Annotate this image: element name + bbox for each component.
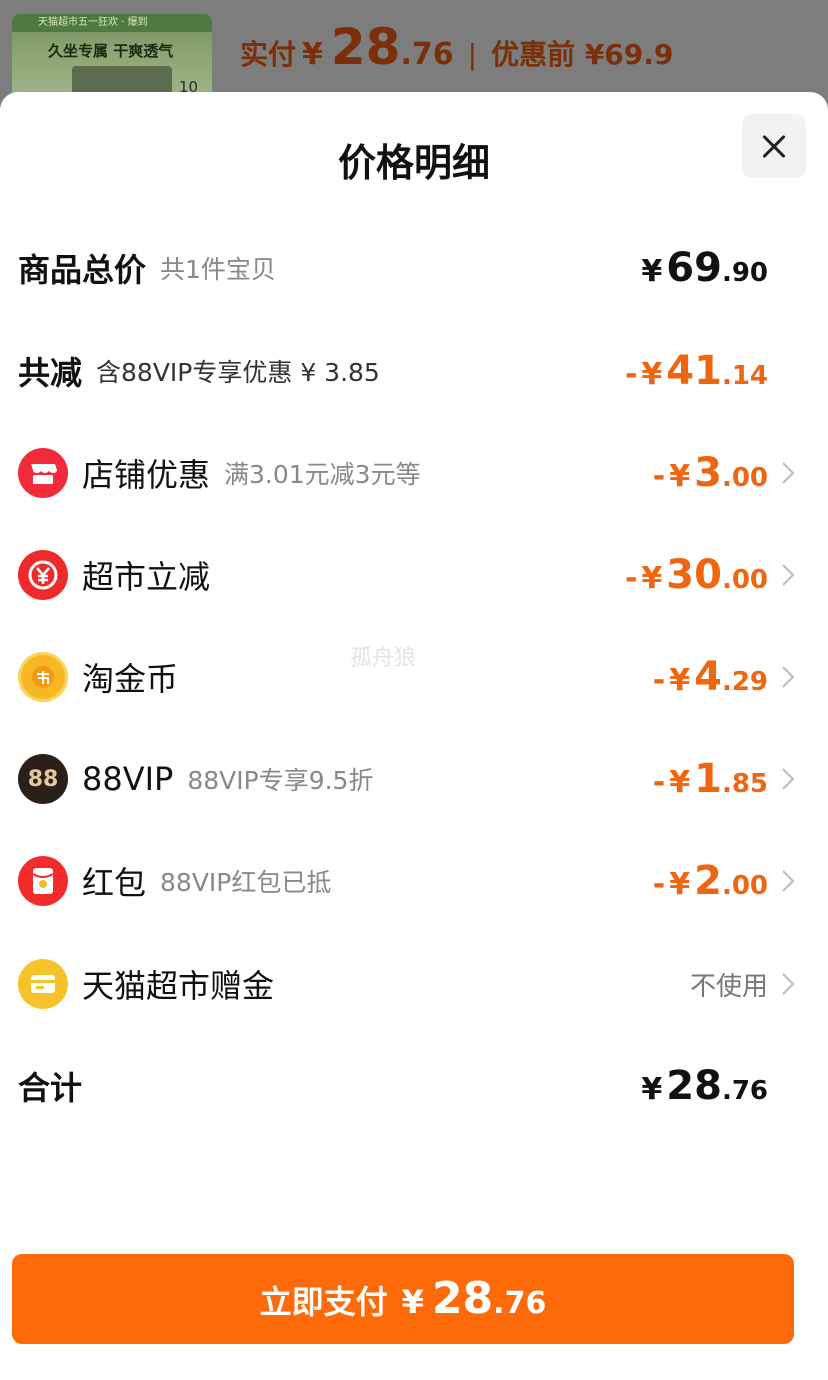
gift-card-icon xyxy=(18,959,68,1009)
amount-integer: 41 xyxy=(666,348,722,394)
row-label: 超市立减 xyxy=(82,558,211,596)
currency-symbol: ¥ xyxy=(641,1072,663,1107)
row-sub: 满3.01元减3元等 xyxy=(224,460,421,489)
watermark: 孤舟狼 xyxy=(350,646,417,671)
row-amount: - ¥ 3 .00 xyxy=(653,450,768,496)
row-amount: - ¥ 41 .14 xyxy=(625,348,768,394)
amount-decimal: .85 xyxy=(721,769,768,799)
row-label: 合计 xyxy=(18,1069,83,1107)
row-sub: 88VIP专享9.5折 xyxy=(187,766,374,795)
row-sub: 88VIP红包已抵 xyxy=(160,868,332,897)
minus-sign: - xyxy=(652,459,666,494)
row-label: 店铺优惠 xyxy=(82,456,211,494)
currency-symbol: ¥ xyxy=(641,254,663,289)
currency-symbol: ¥ xyxy=(669,663,691,698)
gift-money-value: 不使用 xyxy=(689,971,768,1002)
background-price-summary: 实付 ¥ 28 .76 | 优惠前 ¥69.9 xyxy=(240,18,673,78)
88vip-icon: 88 xyxy=(18,754,68,804)
price-before-discount: 优惠前 ¥69.9 xyxy=(491,38,674,71)
amount-decimal: .00 xyxy=(721,565,768,595)
row-label: 88VIP xyxy=(82,760,174,798)
amount-integer: 4 xyxy=(694,654,722,700)
row-store-discount[interactable]: 店铺优惠 满3.01元减3元等 - ¥ 3 .00 xyxy=(18,443,808,503)
row-amount: - ¥ 2 .00 xyxy=(653,858,768,904)
amount-integer: 28 xyxy=(431,1273,494,1324)
row-amount: - ¥ 30 .00 xyxy=(625,552,768,598)
row-sub: 含88VIP专享优惠 ¥ 3.85 xyxy=(96,358,380,387)
price-detail-sheet: 价格明细 商品总价 共1件宝贝 ¥ 69 .90 共减 含88VIP专享优惠 ¥… xyxy=(0,92,828,1380)
thumbnail-title: 久坐专属 干爽透气 xyxy=(48,42,174,60)
chevron-right-icon[interactable] xyxy=(768,545,808,605)
minus-sign: - xyxy=(652,765,666,800)
minus-sign: - xyxy=(652,867,666,902)
row-total-goods: 商品总价 共1件宝贝 ¥ 69 .90 xyxy=(18,238,808,298)
currency-symbol: ¥ xyxy=(669,459,691,494)
store-icon xyxy=(18,448,68,498)
row-label: 天猫超市赠金 xyxy=(82,967,275,1005)
row-supermarket-cut[interactable]: 超市立减 - ¥ 30 .00 xyxy=(18,545,808,605)
chevron-right-icon[interactable] xyxy=(768,749,808,809)
chevron-right-icon[interactable] xyxy=(768,851,808,911)
chevron-right-icon[interactable] xyxy=(768,443,808,503)
chevron-right-icon[interactable] xyxy=(768,954,808,1014)
minus-sign: - xyxy=(624,357,638,392)
row-red-packet[interactable]: 红包 88VIP红包已抵 - ¥ 2 .00 xyxy=(18,851,808,911)
amount-decimal: .00 xyxy=(721,463,768,493)
row-amount: - ¥ 1 .85 xyxy=(653,756,768,802)
row-label: 淘金币 xyxy=(82,660,179,698)
pay-button-label: 立即支付 xyxy=(259,1283,388,1321)
tao-coin-icon xyxy=(18,652,68,702)
product-thumbnail: 天猫超市五一狂欢 · 爆到 久坐专属 干爽透气 10 xyxy=(12,14,212,98)
amount-integer: 28 xyxy=(666,1063,722,1109)
row-amount: - ¥ 4 .29 xyxy=(653,654,768,700)
paid-label: 实付 xyxy=(240,38,297,71)
paid-currency: ¥ xyxy=(302,37,323,72)
row-label: 商品总价 xyxy=(18,251,147,289)
row-total-reduction: 共减 含88VIP专享优惠 ¥ 3.85 - ¥ 41 .14 xyxy=(18,341,808,401)
row-label: 红包 xyxy=(82,864,147,902)
paid-amount-decimal: .76 xyxy=(400,37,454,72)
row-grand-total: 合计 ¥ 28 .76 xyxy=(18,1056,808,1116)
yuan-coin-icon xyxy=(18,550,68,600)
amount-decimal: .76 xyxy=(493,1286,547,1321)
amount-integer: 69 xyxy=(666,245,722,291)
amount-decimal: .29 xyxy=(721,667,768,697)
chevron-right-icon[interactable] xyxy=(768,647,808,707)
amount-decimal: .76 xyxy=(721,1076,768,1106)
currency-symbol: ¥ xyxy=(641,357,663,392)
amount-integer: 3 xyxy=(694,450,722,496)
row-gift-money[interactable]: 天猫超市赠金 不使用 xyxy=(18,954,808,1014)
red-packet-icon xyxy=(18,856,68,906)
amount-integer: 2 xyxy=(694,858,722,904)
minus-sign: - xyxy=(652,663,666,698)
row-88vip[interactable]: 88 88VIP 88VIP专享9.5折 - ¥ 1 .85 xyxy=(18,749,808,809)
currency-symbol: ¥ xyxy=(669,867,691,902)
sheet-title: 价格明细 xyxy=(337,141,490,185)
row-label: 共减 xyxy=(18,354,83,392)
amount-integer: 1 xyxy=(694,756,722,802)
price-separator: | xyxy=(467,38,478,71)
currency-symbol: ¥ xyxy=(669,765,691,800)
row-amount: ¥ 69 .90 xyxy=(641,245,768,291)
currency-symbol: ¥ xyxy=(401,1283,424,1321)
amount-integer: 30 xyxy=(666,552,722,598)
amount-decimal: .00 xyxy=(721,871,768,901)
amount-decimal: .14 xyxy=(721,361,768,391)
minus-sign: - xyxy=(624,561,638,596)
row-sub: 共1件宝贝 xyxy=(160,255,276,284)
thumbnail-banner: 天猫超市五一狂欢 · 爆到 xyxy=(12,14,212,32)
background-header: 天猫超市五一狂欢 · 爆到 久坐专属 干爽透气 10 实付 ¥ 28 .76 |… xyxy=(0,0,828,100)
amount-decimal: .90 xyxy=(721,258,768,288)
pay-now-button[interactable]: 立即支付 ¥ 28 .76 xyxy=(12,1254,794,1344)
paid-amount-integer: 28 xyxy=(330,18,401,76)
row-amount: ¥ 28 .76 xyxy=(641,1063,768,1109)
close-icon[interactable] xyxy=(742,114,806,178)
currency-symbol: ¥ xyxy=(641,561,663,596)
